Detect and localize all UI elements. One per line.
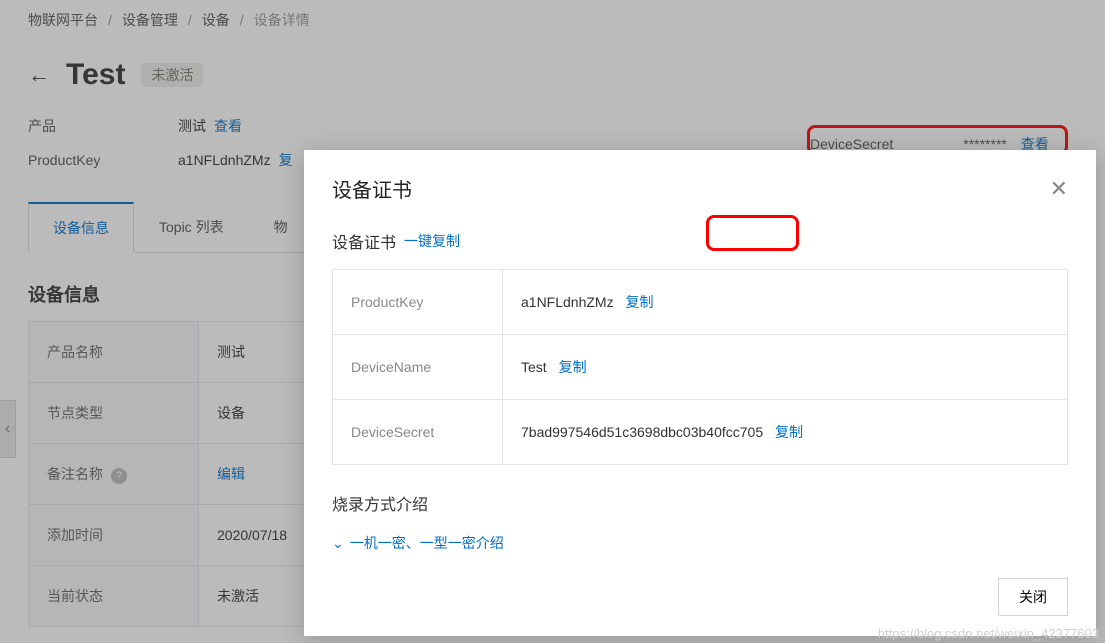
expand-text: 一机一密、一型一密介绍 <box>350 533 504 553</box>
expand-burn-intro[interactable]: ⌄ 一机一密、一型一密介绍 <box>332 533 1068 553</box>
copy-productkey-link[interactable]: 复制 <box>625 294 653 310</box>
cert-table: ProductKey a1NFLdnhZMz 复制 DeviceName Tes… <box>332 269 1068 465</box>
burn-method-title: 烧录方式介绍 <box>332 491 1068 515</box>
close-icon[interactable]: ✕ <box>1050 176 1068 202</box>
cert-devicename-label: DeviceName <box>333 335 503 400</box>
cert-subtitle: 设备证书 <box>332 229 396 253</box>
close-button[interactable]: 关闭 <box>998 578 1068 616</box>
cert-productkey-value: a1NFLdnhZMz <box>521 294 614 310</box>
copy-all-link[interactable]: 一键复制 <box>404 231 460 251</box>
chevron-down-icon: ⌄ <box>332 535 344 552</box>
cert-devicename-value: Test <box>521 359 547 375</box>
table-row: ProductKey a1NFLdnhZMz 复制 <box>333 270 1068 335</box>
cert-devicesecret-value: 7bad997546d51c3698dbc03b40fcc705 <box>521 424 763 440</box>
table-row: DeviceSecret 7bad997546d51c3698dbc03b40f… <box>333 400 1068 465</box>
modal-title: 设备证书 <box>332 174 412 203</box>
cert-devicesecret-label: DeviceSecret <box>333 400 503 465</box>
copy-devicesecret-link[interactable]: 复制 <box>775 424 803 440</box>
watermark: https://blog.csdn.net/weixin_42377603 <box>878 626 1099 641</box>
table-row: DeviceName Test 复制 <box>333 335 1068 400</box>
modal-device-cert: 设备证书 ✕ 设备证书 一键复制 ProductKey a1NFLdnhZMz … <box>304 150 1096 636</box>
cert-productkey-label: ProductKey <box>333 270 503 335</box>
copy-devicename-link[interactable]: 复制 <box>559 359 587 375</box>
